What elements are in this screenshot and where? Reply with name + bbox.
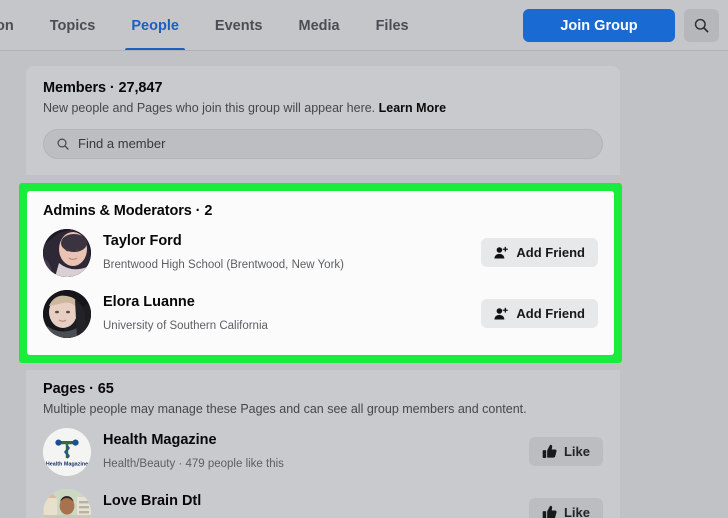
nav-actions: Join Group (523, 9, 728, 42)
members-description: New people and Pages who join this group… (43, 100, 603, 117)
highlight-box: Admins & Moderators · 2 Taylor Ford Bren… (19, 182, 622, 363)
tab-media[interactable]: Media (280, 0, 357, 51)
person-name[interactable]: Elora Luanne (103, 294, 481, 311)
search-icon (57, 138, 69, 150)
search-button[interactable] (684, 9, 719, 42)
tab-events[interactable]: Events (197, 0, 281, 51)
group-nav-bar: on Topics People Events Media Files Join… (0, 0, 728, 51)
profile-photo-icon (43, 289, 91, 338)
list-item[interactable]: Love Brain Dtl Community Organization · … (43, 486, 603, 518)
thumbs-up-icon (542, 506, 557, 518)
tab-discussion[interactable]: on (0, 0, 32, 51)
page-name[interactable]: Health Magazine (103, 432, 529, 449)
tab-topics[interactable]: Topics (32, 0, 114, 51)
page-logo-text: Health Magazine (46, 461, 88, 467)
group-tabs: on Topics People Events Media Files (0, 0, 427, 51)
tab-files[interactable]: Files (358, 0, 427, 51)
list-item-info: Health Magazine Health/Beauty · 479 peop… (103, 432, 529, 472)
like-label: Like (563, 444, 590, 460)
profile-photo-icon (43, 228, 91, 277)
tab-label: on (0, 17, 14, 34)
add-friend-icon (494, 307, 509, 320)
person-meta: Brentwood High School (Brentwood, New Yo… (103, 259, 344, 272)
tab-label: People (131, 17, 179, 34)
find-member-placeholder: Find a member (78, 136, 166, 152)
tab-people[interactable]: People (113, 0, 197, 51)
find-member-input[interactable]: Find a member (43, 128, 603, 159)
page-meta: Health/Beauty · 479 people like this (103, 458, 284, 471)
pages-card: Pages · 65 Multiple people may manage th… (26, 369, 620, 518)
add-friend-icon (494, 246, 509, 259)
list-item-info: Love Brain Dtl Community Organization · … (103, 493, 529, 518)
avatar[interactable] (43, 289, 91, 338)
add-friend-label: Add Friend (516, 306, 585, 322)
list-item-info: Elora Luanne University of Southern Cali… (103, 294, 481, 334)
avatar[interactable] (43, 488, 91, 518)
like-button[interactable]: Like (528, 498, 603, 518)
tab-label: Topics (49, 17, 96, 34)
tab-label: Events (214, 17, 263, 34)
tab-label: Media (298, 17, 340, 34)
list-item[interactable]: Health Magazine Health Magazine Health/B… (43, 425, 603, 479)
list-item[interactable]: Taylor Ford Brentwood High School (Brent… (43, 226, 598, 280)
pages-title: Pages · 65 (43, 380, 114, 397)
join-group-button[interactable]: Join Group (523, 9, 675, 42)
learn-more-link[interactable]: Learn More (379, 101, 446, 115)
person-name[interactable]: Taylor Ford (103, 233, 481, 250)
like-label: Like (563, 505, 590, 518)
list-item[interactable]: Elora Luanne University of Southern Cali… (43, 287, 598, 341)
members-title: Members · 27,847 (43, 80, 163, 96)
add-friend-button[interactable]: Add Friend (481, 238, 598, 268)
admins-title: Admins & Moderators · 2 (43, 202, 213, 219)
like-button[interactable]: Like (528, 437, 603, 467)
thumbs-up-icon (542, 445, 557, 459)
page-logo-icon: Health Magazine (43, 427, 91, 476)
search-icon (694, 18, 709, 33)
admins-moderators-card: Admins & Moderators · 2 Taylor Ford Bren… (27, 190, 614, 355)
tab-label: Files (375, 17, 409, 34)
page-logo-icon (43, 488, 91, 518)
person-meta: University of Southern California (103, 320, 268, 333)
add-friend-label: Add Friend (516, 245, 585, 261)
members-description-text: New people and Pages who join this group… (43, 101, 376, 115)
add-friend-button[interactable]: Add Friend (481, 299, 598, 329)
avatar[interactable]: Health Magazine (43, 427, 91, 476)
avatar[interactable] (43, 228, 91, 277)
page-name[interactable]: Love Brain Dtl (103, 493, 529, 510)
list-item-info: Taylor Ford Brentwood High School (Brent… (103, 233, 481, 273)
people-content: Members · 27,847 New people and Pages wh… (0, 51, 728, 518)
pages-description: Multiple people may manage these Pages a… (43, 401, 527, 416)
members-card: Members · 27,847 New people and Pages wh… (26, 66, 620, 175)
